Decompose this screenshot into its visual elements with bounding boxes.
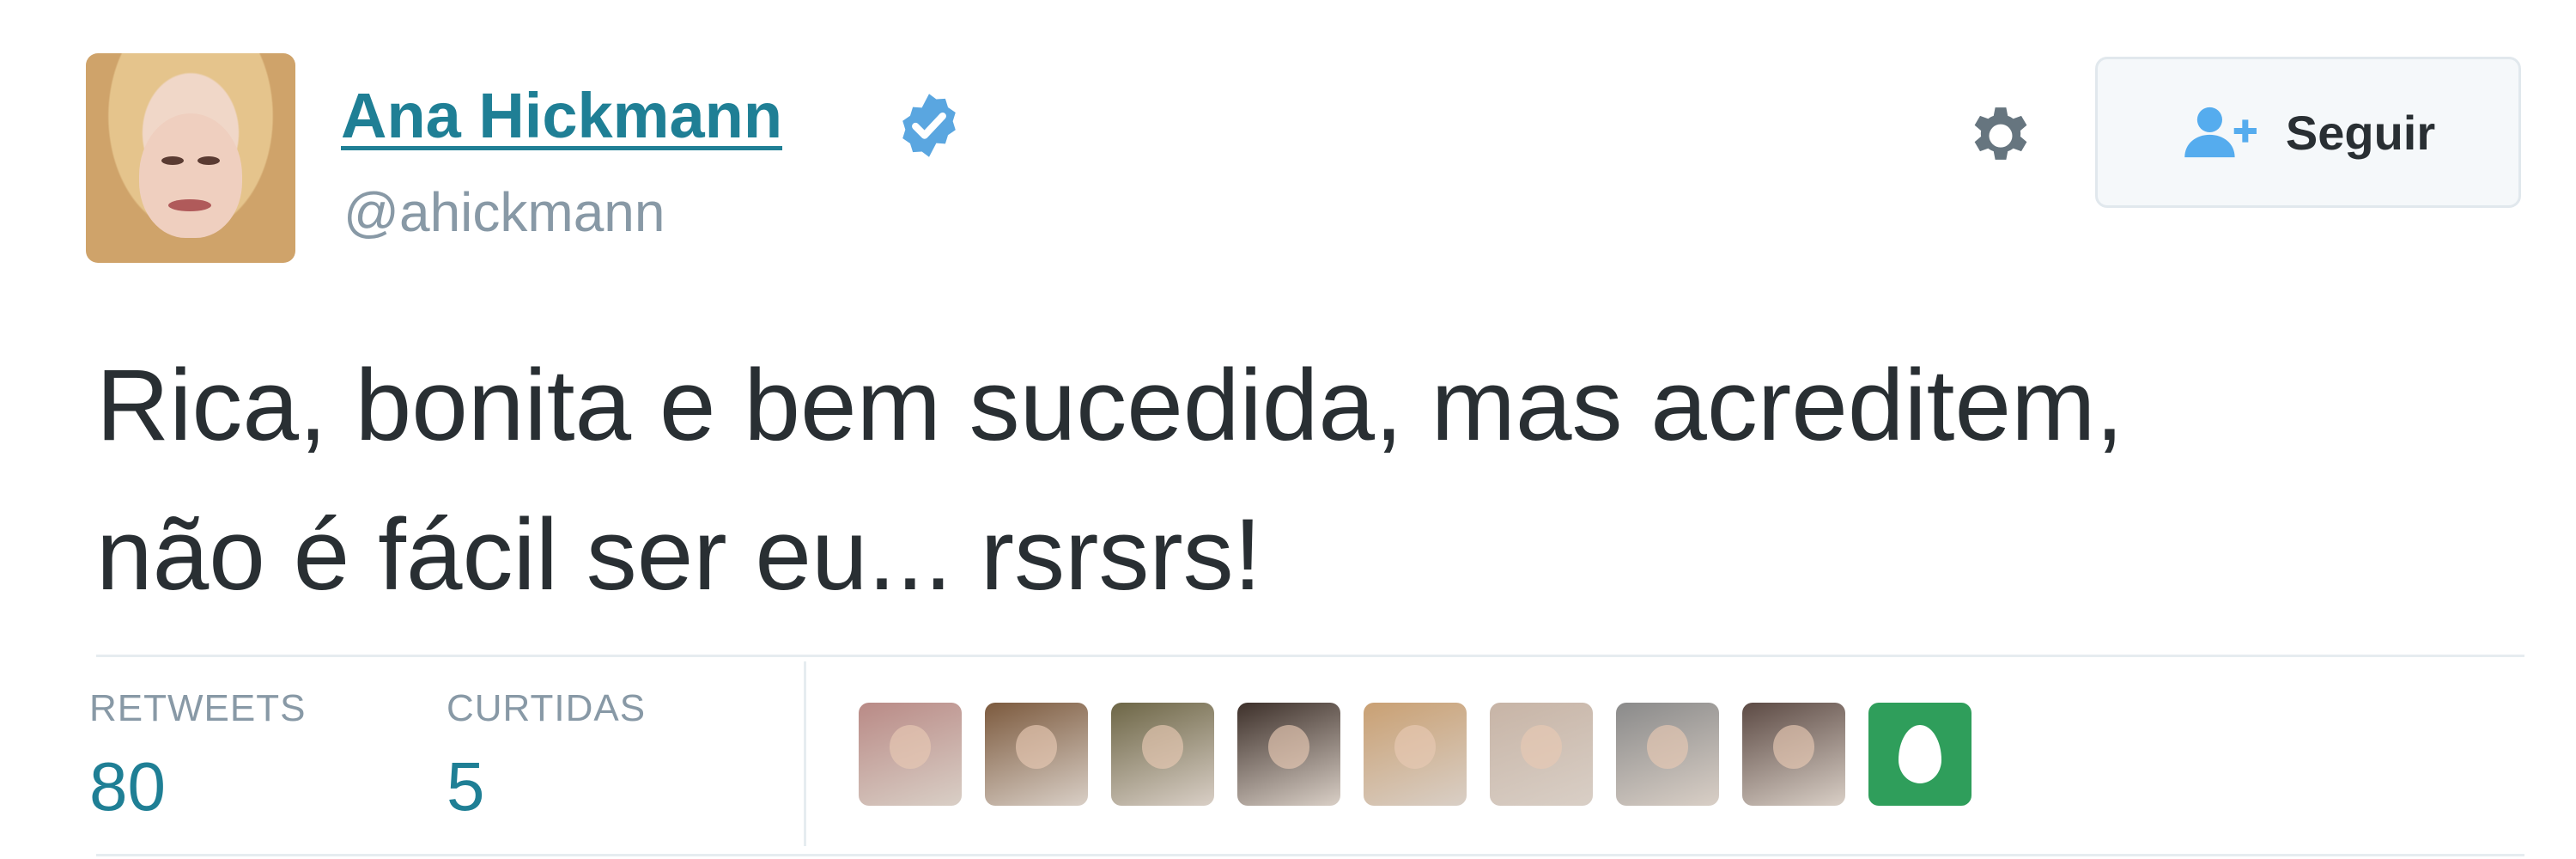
gear-icon[interactable] xyxy=(1962,99,2039,176)
liker-avatar-silhouette xyxy=(1016,725,1057,769)
retweets-stat[interactable]: RETWEETS 80 xyxy=(89,687,306,826)
author-handle[interactable]: @ahickmann xyxy=(343,180,665,244)
tweet-text: Rica, bonita e bem sucedida, mas acredit… xyxy=(96,331,2535,630)
avatar-eye-right xyxy=(197,156,220,165)
follow-button-label: Seguir xyxy=(2285,105,2436,160)
verified-badge-icon xyxy=(902,94,956,157)
tweet-text-line-2: não é fácil ser eu... rsrsrs! xyxy=(96,498,1262,612)
liker-avatar[interactable] xyxy=(1237,703,1340,806)
default-egg-avatar[interactable] xyxy=(1868,703,1971,806)
liker-avatar-silhouette xyxy=(1773,725,1814,769)
liker-avatar-silhouette xyxy=(1142,725,1183,769)
author-avatar[interactable] xyxy=(86,53,295,263)
liker-avatar-silhouette xyxy=(890,725,931,769)
likers-avatars xyxy=(859,703,1971,806)
retweets-count: 80 xyxy=(89,748,166,825)
stats-divider-bottom xyxy=(96,854,2524,856)
liker-avatar[interactable] xyxy=(1742,703,1845,806)
likes-stat[interactable]: CURTIDAS 5 xyxy=(447,687,646,826)
add-user-icon xyxy=(2184,107,2257,158)
liker-avatar-silhouette xyxy=(1647,725,1688,769)
stats-divider-vertical xyxy=(804,661,806,846)
liker-avatar-silhouette xyxy=(1521,725,1562,769)
avatar-lips xyxy=(168,199,211,211)
liker-avatar[interactable] xyxy=(985,703,1088,806)
likes-label: CURTIDAS xyxy=(447,687,647,729)
liker-avatar-silhouette xyxy=(1268,725,1309,769)
liker-avatar-silhouette xyxy=(1394,725,1436,769)
liker-avatar[interactable] xyxy=(859,703,962,806)
liker-avatar[interactable] xyxy=(1490,703,1593,806)
follow-button[interactable]: Seguir xyxy=(2095,57,2521,208)
retweets-label: RETWEETS xyxy=(89,687,307,729)
author-name-link[interactable]: Ana Hickmann xyxy=(341,79,782,152)
avatar-eye-left xyxy=(161,156,184,165)
stats-divider-top xyxy=(96,655,2524,657)
avatar-face xyxy=(139,113,242,238)
liker-avatar[interactable] xyxy=(1616,703,1719,806)
likes-count: 5 xyxy=(447,748,485,825)
liker-avatar[interactable] xyxy=(1111,703,1214,806)
egg-icon xyxy=(1899,725,1941,783)
liker-avatar[interactable] xyxy=(1364,703,1467,806)
tweet-text-line-1: Rica, bonita e bem sucedida, mas acredit… xyxy=(96,349,2124,462)
